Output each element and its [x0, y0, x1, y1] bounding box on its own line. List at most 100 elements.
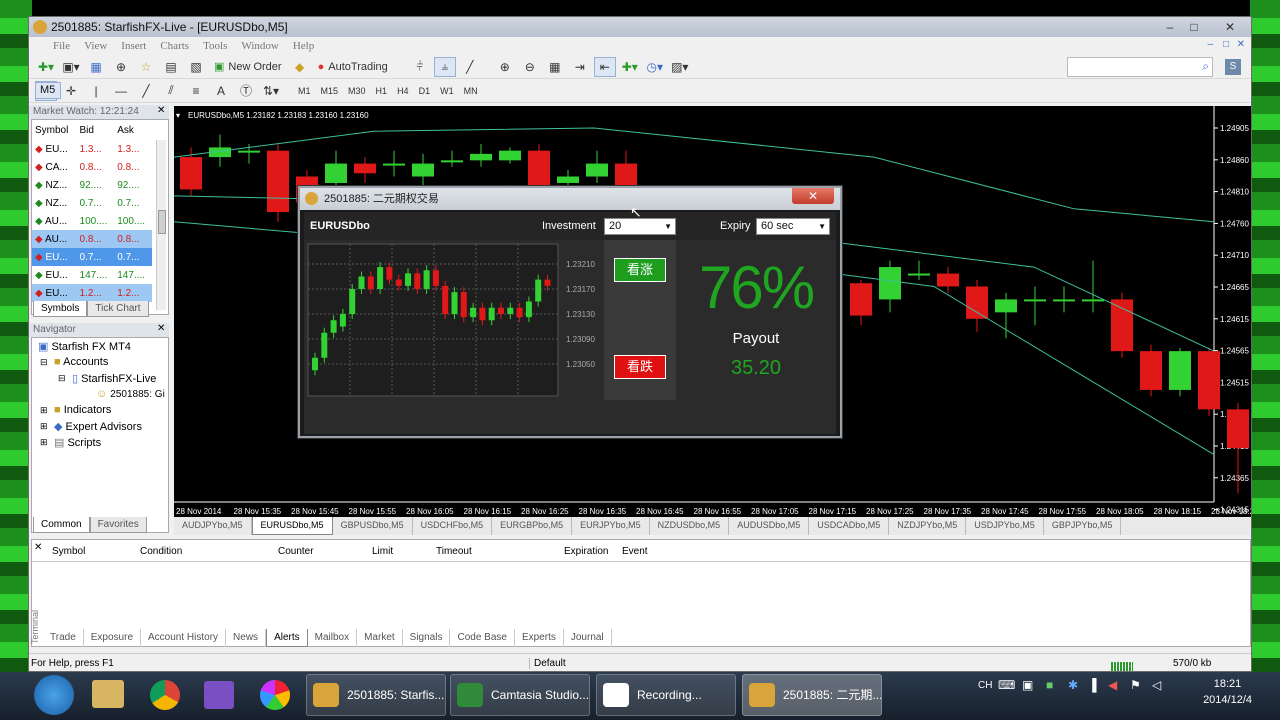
chart-tab[interactable]: USDJPYbo,M5	[966, 517, 1044, 535]
expand-indicators-icon[interactable]: ⊞	[40, 405, 48, 416]
tab-symbols[interactable]: Symbols	[33, 301, 88, 317]
market-watch-row[interactable]: ◆ EU... 147.... 147....	[32, 266, 152, 284]
tray-monitor-icon[interactable]: ▣	[1022, 678, 1033, 692]
channel-icon[interactable]: ⫽	[160, 81, 182, 101]
crosshair-icon[interactable]: ⊕	[110, 57, 132, 77]
col-term-condition[interactable]: Condition	[140, 546, 182, 557]
taskbar-item-recording[interactable]: Recording...	[596, 674, 736, 716]
col-bid[interactable]: Bid	[77, 120, 115, 140]
menu-view[interactable]: View	[84, 40, 107, 52]
menu-window[interactable]: Window	[241, 40, 278, 52]
col-term-counter[interactable]: Counter	[278, 546, 314, 557]
market-watch-row[interactable]: ◆ NZ... 92.... 92....	[32, 176, 152, 194]
zoom-out-icon[interactable]: ⊖	[519, 57, 541, 77]
tab-tick-chart[interactable]: Tick Chart	[87, 301, 149, 317]
zoom-in-icon[interactable]: ⊕	[494, 57, 516, 77]
timeframe-mn[interactable]: MN	[459, 82, 483, 100]
tree-scripts[interactable]: ▤ Scripts	[54, 436, 101, 449]
col-term-event[interactable]: Event	[622, 546, 648, 557]
arrows-icon[interactable]: ⇅▾	[260, 81, 282, 101]
taskbar-item-camtasia[interactable]: Camtasia Studio...	[450, 674, 590, 716]
navigator-close-icon[interactable]: ✕	[157, 323, 165, 334]
mdi-restore-icon[interactable]: □	[1223, 39, 1229, 50]
minimize-button[interactable]: –	[1159, 19, 1181, 35]
menu-file[interactable]: File	[53, 40, 70, 52]
timeframe-m30[interactable]: M30	[343, 82, 371, 100]
tile-windows-icon[interactable]: ▦	[544, 57, 566, 77]
timeframe-w1[interactable]: W1	[435, 82, 459, 100]
search-input[interactable]: ⌕	[1067, 57, 1213, 77]
chart-tab[interactable]: AUDUSDbo,M5	[729, 517, 810, 535]
col-symbol[interactable]: Symbol	[32, 120, 77, 140]
tree-accounts[interactable]: ■ Accounts	[54, 356, 108, 368]
col-ask[interactable]: Ask	[114, 120, 152, 140]
language-indicator[interactable]: CH	[978, 680, 992, 691]
tray-alert-icon[interactable]: ◀	[1108, 678, 1117, 692]
close-button[interactable]: ✕	[1219, 19, 1241, 35]
timeframe-m5[interactable]: M5	[35, 82, 62, 99]
terminal-tab[interactable]: Alerts	[266, 629, 308, 647]
text-icon[interactable]: A	[210, 81, 232, 101]
bar-chart-icon[interactable]: ⫩	[409, 57, 431, 77]
start-button[interactable]	[34, 675, 74, 715]
mdi-close-icon[interactable]: ✕	[1237, 39, 1245, 50]
indicators-icon[interactable]: ✚▾	[619, 57, 641, 77]
visual-studio-icon[interactable]	[204, 681, 234, 709]
new-order-button[interactable]: ▣ New Order	[210, 57, 286, 77]
timeframe-m1[interactable]: M1	[293, 82, 316, 100]
menu-charts[interactable]: Charts	[160, 40, 189, 52]
periods-icon[interactable]: ◷▾	[644, 57, 666, 77]
tree-indicators[interactable]: ■ Indicators	[54, 404, 111, 416]
market-watch-scrollbar[interactable]	[156, 140, 166, 310]
tray-flag-icon[interactable]: ⚑	[1130, 678, 1141, 692]
chart-tab[interactable]: NZDJPYbo,M5	[889, 517, 967, 535]
terminal-icon[interactable]: ▤	[160, 57, 182, 77]
maximize-button[interactable]: □	[1183, 19, 1205, 35]
terminal-tab[interactable]: Journal	[564, 629, 612, 647]
dialog-close-button[interactable]: ✕	[792, 188, 834, 204]
expand-accounts-icon[interactable]: ⊟	[40, 357, 48, 368]
line-chart-icon[interactable]: ╱	[459, 57, 481, 77]
taskbar-item-dialog[interactable]: 2501885: 二元期...	[742, 674, 882, 716]
terminal-tab[interactable]: News	[226, 629, 267, 647]
chart-shift-icon[interactable]: ⇤	[593, 56, 616, 77]
terminal-tab[interactable]: Mailbox	[308, 629, 358, 647]
tester-icon[interactable]: ▧	[185, 57, 207, 77]
terminal-tab[interactable]: Trade	[43, 629, 84, 647]
terminal-tab[interactable]: Signals	[403, 629, 451, 647]
expand-experts-icon[interactable]: ⊞	[40, 421, 48, 432]
market-watch-close-icon[interactable]: ✕	[157, 105, 165, 116]
market-watch-row[interactable]: ◆ AU... 0.8... 0.8...	[32, 230, 152, 248]
autoscroll-icon[interactable]: ⇥	[569, 57, 591, 77]
mdi-minimize-icon[interactable]: –	[1207, 39, 1213, 50]
terminal-tab[interactable]: Account History	[141, 629, 227, 647]
market-watch-row[interactable]: ◆ EU... 1.2... 1.2...	[32, 284, 152, 302]
search-icon[interactable]: ⌕	[1202, 59, 1209, 74]
new-chart-icon[interactable]: ✚▾	[35, 57, 57, 77]
profiles-icon[interactable]: ▣▾	[60, 57, 82, 77]
put-button[interactable]: 看跌	[614, 355, 666, 379]
market-watch-row[interactable]: ◆ EU... 0.7... 0.7...	[32, 248, 152, 266]
market-watch-icon[interactable]: ▦	[85, 57, 107, 77]
col-term-expiration[interactable]: Expiration	[564, 546, 608, 557]
col-term-timeout[interactable]: Timeout	[436, 546, 472, 557]
market-watch-row[interactable]: ◆ AU... 100.... 100....	[32, 212, 152, 230]
navigator-icon[interactable]: ☆	[135, 57, 157, 77]
tray-volume-icon[interactable]: ◁	[1152, 678, 1161, 692]
col-term-symbol[interactable]: Symbol	[52, 546, 85, 557]
system-clock[interactable]: 18:21 2014/12/4	[1203, 676, 1252, 708]
file-explorer-icon[interactable]	[92, 680, 124, 708]
timeframe-m15[interactable]: M15	[316, 82, 344, 100]
timeframe-d1[interactable]: D1	[414, 82, 436, 100]
autotrading-button[interactable]: ● AutoTrading	[314, 57, 392, 77]
text-label-icon[interactable]: Ⓣ	[235, 81, 257, 101]
terminal-tab[interactable]: Exposure	[84, 629, 142, 647]
tab-common[interactable]: Common	[33, 517, 90, 533]
vertical-line-icon[interactable]: |	[85, 81, 107, 101]
tray-keyboard-icon[interactable]: ⌨	[998, 678, 1015, 692]
timeframe-h1[interactable]: H1	[371, 82, 393, 100]
chart-tab[interactable]: GBPJPYbo,M5	[1044, 517, 1122, 535]
tray-network-icon[interactable]: ▐	[1088, 678, 1097, 692]
expand-server-icon[interactable]: ⊟	[58, 373, 66, 384]
crosshair-tool-icon[interactable]: ✛	[60, 81, 82, 101]
